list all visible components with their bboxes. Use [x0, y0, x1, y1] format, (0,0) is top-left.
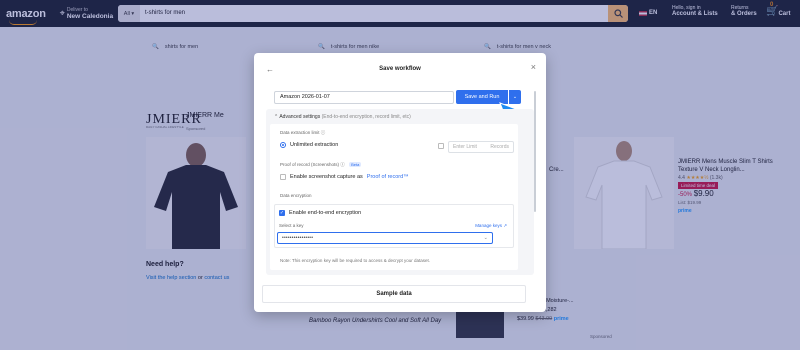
- limit-unit: Records: [490, 144, 509, 150]
- workflow-name-input[interactable]: Amazon 2026-01-07: [274, 91, 454, 104]
- e2e-encryption-option[interactable]: ✓ Enable end-to-end encryption: [279, 210, 361, 216]
- modal-title: Save workflow: [379, 66, 421, 72]
- key-value: ••••••••••••••••: [282, 235, 314, 241]
- select-key-label: Select a key: [279, 223, 304, 228]
- limit-placeholder: Enter Limit: [453, 144, 477, 150]
- chevron-down-icon: ⌄: [483, 235, 488, 241]
- close-icon[interactable]: ×: [531, 53, 536, 84]
- encryption-note: Note: This encryption key will be requir…: [280, 258, 430, 263]
- radio-selected[interactable]: [280, 142, 286, 148]
- advanced-settings-panel: ⌃ Advanced settings (End-to-end encrypti…: [266, 109, 534, 275]
- proof-of-record-link[interactable]: Proof of record™: [367, 174, 409, 180]
- e2e-encryption-label: Enable end-to-end encryption: [289, 210, 362, 216]
- screenshot-capture-option[interactable]: Enable screenshot capture as Proof of rec…: [280, 174, 409, 180]
- limit-checkbox[interactable]: [438, 143, 444, 149]
- advanced-settings-label: Advanced settings: [279, 114, 321, 120]
- external-link-icon: ↗: [503, 223, 507, 228]
- advanced-settings-body: Data extraction limit ⓘ Unlimited extrac…: [270, 124, 518, 270]
- save-workflow-modal: ← Save workflow × Amazon 2026-01-07 Save…: [254, 53, 546, 312]
- screenshot-checkbox[interactable]: [280, 174, 286, 180]
- chevron-up-icon: ⌃: [274, 114, 279, 120]
- sample-data-section[interactable]: Sample data: [262, 285, 526, 303]
- encryption-key-select[interactable]: •••••••••••••••• ⌄: [277, 232, 493, 244]
- info-icon: ⓘ: [320, 130, 326, 135]
- beta-badge: Beta: [349, 162, 362, 167]
- unlimited-extraction-label: Unlimited extraction: [290, 142, 339, 148]
- proof-of-record-label: Proof of record (Screenshots) ⓘ Beta: [280, 162, 362, 167]
- advanced-settings-hint: (End-to-end encryption, record limit, et…: [321, 114, 411, 120]
- modal-scrollbar[interactable]: [534, 91, 536, 212]
- info-icon: ⓘ: [340, 162, 345, 167]
- record-limit-input[interactable]: Enter Limit Records: [448, 141, 514, 153]
- checkmark-icon[interactable]: ✓: [279, 210, 285, 216]
- data-encryption-label: Data encryption: [280, 193, 312, 198]
- back-arrow-icon[interactable]: ←: [266, 53, 274, 86]
- screenshot-label: Enable screenshot capture as: [290, 174, 363, 180]
- chevron-down-icon: ⌄: [512, 94, 518, 100]
- manage-keys-link[interactable]: Manage keys ↗: [475, 223, 507, 229]
- advanced-settings-toggle[interactable]: ⌃ Advanced settings (End-to-end encrypti…: [274, 114, 411, 120]
- unlimited-extraction-option[interactable]: Unlimited extraction: [280, 142, 338, 148]
- extraction-limit-label: Data extraction limit ⓘ: [280, 130, 326, 135]
- encryption-box: ✓ Enable end-to-end encryption Select a k…: [274, 204, 514, 248]
- modal-header: ← Save workflow ×: [254, 53, 546, 85]
